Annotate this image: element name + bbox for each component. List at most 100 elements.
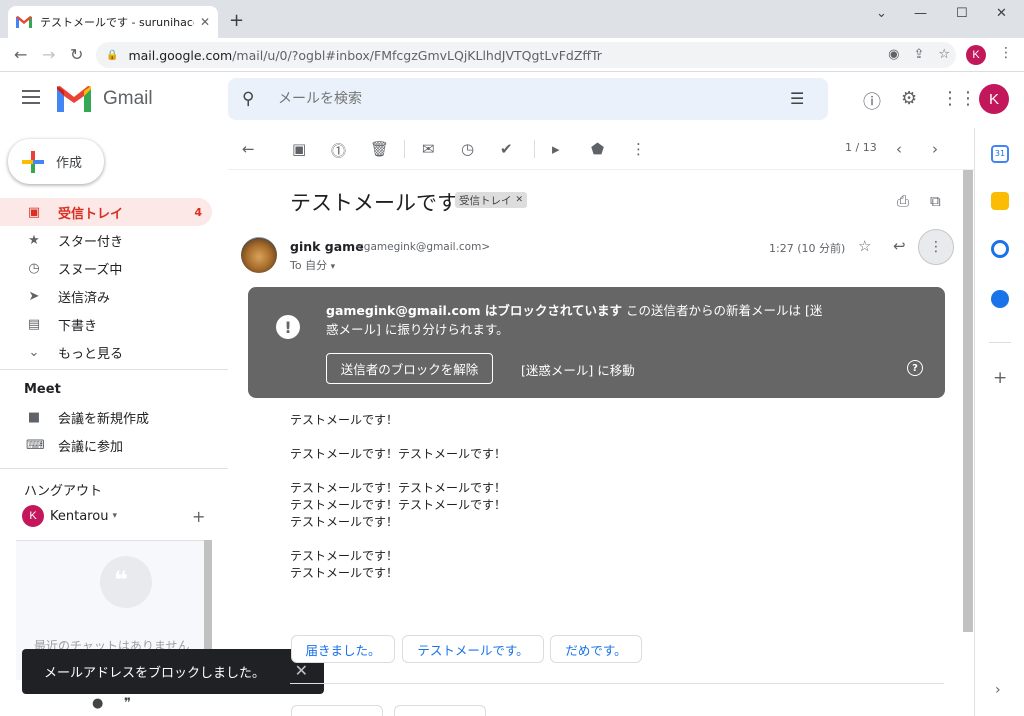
inbox-icon: ▣: [27, 204, 41, 220]
search-icon[interactable]: ⚲: [242, 89, 254, 109]
banner-bold-text: gamegink@gmail.com はブロックされています: [326, 303, 623, 318]
sidebar-item-label: スター付き: [58, 234, 124, 250]
meet-join-meeting[interactable]: ⌨ 会議に参加: [0, 431, 212, 459]
older-chevron-icon[interactable]: ›: [932, 140, 938, 158]
draft-icon: ▤: [27, 316, 41, 332]
sidebar-item-more[interactable]: ⌄ もっと見る: [0, 338, 212, 366]
get-addons-icon[interactable]: +: [993, 368, 1007, 388]
keep-icon[interactable]: [991, 192, 1009, 210]
forward-icon[interactable]: →: [42, 45, 55, 64]
reply-icon[interactable]: ↩: [893, 237, 906, 255]
close-icon[interactable]: ✕: [295, 661, 308, 680]
blocked-sender-banner: ! gamegink@gmail.com はブロックされています この送信者から…: [248, 287, 945, 398]
message-more-button[interactable]: ⋮: [918, 229, 954, 265]
help-icon[interactable]: ?: [907, 360, 923, 376]
maximize-icon[interactable]: ☐: [956, 6, 968, 21]
body-line: テストメールです！テストメールです！: [290, 481, 507, 495]
sidebar-scrollbar[interactable]: [204, 540, 212, 660]
side-panel: 31 + ›: [974, 128, 1024, 716]
search-input[interactable]: [278, 88, 758, 110]
hide-panel-chevron-icon[interactable]: ›: [995, 682, 1001, 698]
smart-reply-chip[interactable]: だめです。: [550, 635, 642, 663]
reload-icon[interactable]: ↻: [70, 45, 83, 64]
report-spam-icon[interactable]: ⓵: [331, 140, 346, 161]
tasks-icon[interactable]: [991, 240, 1009, 258]
meet-new-meeting[interactable]: ■ 会議を新規作成: [0, 403, 212, 431]
settings-gear-icon[interactable]: ⚙: [901, 88, 917, 109]
label-icon[interactable]: ⬟: [591, 140, 604, 158]
calendar-icon[interactable]: 31: [991, 145, 1009, 163]
body-line: テストメールです！: [290, 413, 399, 427]
sidebar-item-drafts[interactable]: ▤ 下書き: [0, 310, 212, 338]
inbox-count-badge: 4: [194, 205, 202, 219]
move-to-spam-link[interactable]: [迷惑メール] に移動: [521, 360, 635, 379]
recipients-dropdown[interactable]: To 自分 ▾: [290, 257, 335, 273]
delete-icon[interactable]: 🗑: [370, 140, 389, 158]
forward-button-stub[interactable]: [394, 705, 486, 716]
message-scrollbar[interactable]: [963, 170, 973, 632]
newer-chevron-icon[interactable]: ‹: [896, 140, 902, 158]
back-to-inbox-icon[interactable]: ←: [242, 140, 255, 158]
snooze-icon[interactable]: ◷: [461, 140, 474, 158]
message-body: テストメールです！ テストメールです！テストメールです！ テストメールです！テス…: [290, 412, 506, 582]
sidebar-item-inbox[interactable]: ▣ 受信トレイ 4: [0, 198, 212, 226]
help-icon[interactable]: ⓘ: [863, 88, 881, 114]
sidebar-item-label: もっと見る: [58, 346, 124, 362]
star-icon: ★: [28, 232, 40, 248]
inbox-label-chip[interactable]: 受信トレイ ✕: [455, 192, 528, 208]
contacts-icon[interactable]: [991, 290, 1009, 308]
remove-label-icon[interactable]: ✕: [516, 195, 524, 205]
gmail-wordmark: Gmail: [103, 88, 153, 109]
sidebar-item-starred[interactable]: ★ スター付き: [0, 226, 212, 254]
smart-reply-chip[interactable]: 届きました。: [291, 635, 395, 663]
url-path: /mail/u/0/?ogbl#inbox/FMfcgzGmvLQjKLlhdJ…: [232, 47, 602, 63]
compose-button[interactable]: 作成: [8, 139, 104, 184]
hangouts-user[interactable]: K Kentarou ▾: [22, 505, 117, 527]
person-icon[interactable]: ●: [92, 696, 103, 711]
browser-menu-icon[interactable]: ⋮: [999, 45, 1013, 61]
window-close-icon[interactable]: ✕: [996, 6, 1007, 21]
hangouts-quote-icon[interactable]: ❞: [124, 696, 131, 711]
snackbar-message: メールアドレスをブロックしました。: [44, 666, 266, 681]
banner-text: gamegink@gmail.com はブロックされています この送信者からの新…: [326, 301, 826, 339]
new-tab-icon[interactable]: +: [229, 10, 244, 31]
apps-grid-icon[interactable]: ⋮⋮: [941, 88, 977, 109]
unblock-sender-button[interactable]: 送信者のブロックを解除: [326, 353, 493, 384]
bookmark-star-icon[interactable]: ☆: [938, 47, 950, 62]
sidebar-item-label: 送信済み: [58, 290, 111, 306]
share-icon[interactable]: ⇪: [913, 47, 924, 62]
url-field[interactable]: 🔒 mail.google.com/mail/u/0/?ogbl#inbox/F…: [96, 42, 956, 68]
address-bar: ← → ↻ 🔒 mail.google.com/mail/u/0/?ogbl#i…: [0, 38, 1024, 72]
print-icon[interactable]: ⎙: [897, 192, 909, 210]
mark-unread-icon[interactable]: ✉: [422, 140, 435, 158]
add-chat-icon[interactable]: +: [192, 507, 205, 526]
tab-search-icon[interactable]: ⌄: [876, 6, 887, 21]
smart-reply-chip[interactable]: テストメールです。: [402, 635, 544, 663]
open-new-window-icon[interactable]: ⧉: [930, 192, 941, 210]
sidebar-item-snoozed[interactable]: ◷ スヌーズ中: [0, 254, 212, 282]
close-tab-icon[interactable]: ✕: [200, 15, 210, 29]
warning-icon: !: [276, 315, 300, 339]
more-vert-icon: ⋮: [929, 239, 943, 255]
main-menu-icon[interactable]: [22, 90, 40, 104]
back-icon[interactable]: ←: [14, 45, 27, 64]
more-actions-icon[interactable]: ⋮: [631, 140, 646, 158]
body-line: テストメールです！: [290, 515, 399, 529]
reply-button-stub[interactable]: [291, 705, 383, 716]
chat-bubble-icon: ❝: [100, 556, 152, 608]
message-subject: テストメールです: [290, 191, 458, 215]
browser-profile-avatar[interactable]: K: [966, 45, 986, 65]
search-options-icon[interactable]: ☰: [790, 89, 804, 108]
visibility-icon[interactable]: ◉: [888, 47, 899, 62]
nav-divider: [0, 468, 228, 469]
sidebar-item-sent[interactable]: ➤ 送信済み: [0, 282, 212, 310]
body-line: テストメールです！: [290, 566, 399, 580]
search-bar[interactable]: ⚲ ☰: [228, 78, 828, 120]
archive-icon[interactable]: ▣: [292, 140, 306, 158]
minimize-icon[interactable]: —: [914, 6, 927, 21]
account-avatar[interactable]: K: [979, 84, 1009, 114]
add-to-tasks-icon[interactable]: ✔: [500, 140, 513, 158]
star-icon[interactable]: ☆: [858, 237, 871, 255]
move-to-icon[interactable]: ▸: [552, 140, 560, 158]
browser-tab[interactable]: テストメールです - surunihacom@gmail ✕: [8, 6, 218, 38]
